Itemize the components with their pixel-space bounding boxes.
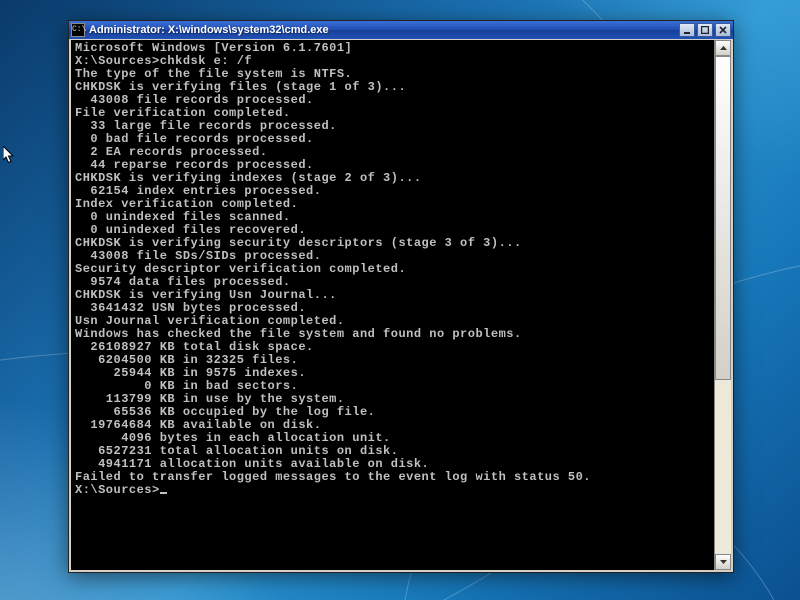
titlebar[interactable]: C:\ Administrator: X:\windows\system32\c… <box>69 21 733 39</box>
minimize-button[interactable] <box>679 23 695 37</box>
maximize-button[interactable] <box>697 23 713 37</box>
scrollbar-track[interactable] <box>715 56 731 554</box>
scrollbar-thumb[interactable] <box>715 56 731 380</box>
close-button[interactable] <box>715 23 731 37</box>
cmd-window: C:\ Administrator: X:\windows\system32\c… <box>68 20 734 573</box>
scroll-down-button[interactable] <box>715 554 731 570</box>
text-cursor <box>160 492 167 494</box>
terminal-output[interactable]: Microsoft Windows [Version 6.1.7601]X:\S… <box>71 40 714 570</box>
window-title: Administrator: X:\windows\system32\cmd.e… <box>89 24 679 36</box>
cmd-icon: C:\ <box>71 23 85 37</box>
vertical-scrollbar[interactable] <box>714 40 731 570</box>
window-controls <box>679 23 731 37</box>
scroll-up-button[interactable] <box>715 40 731 56</box>
desktop-background: C:\ Administrator: X:\windows\system32\c… <box>0 0 800 600</box>
terminal-prompt[interactable]: X:\Sources> <box>75 484 714 497</box>
terminal-line: Failed to transfer logged messages to th… <box>75 471 714 484</box>
window-client-area: Microsoft Windows [Version 6.1.7601]X:\S… <box>69 39 733 572</box>
